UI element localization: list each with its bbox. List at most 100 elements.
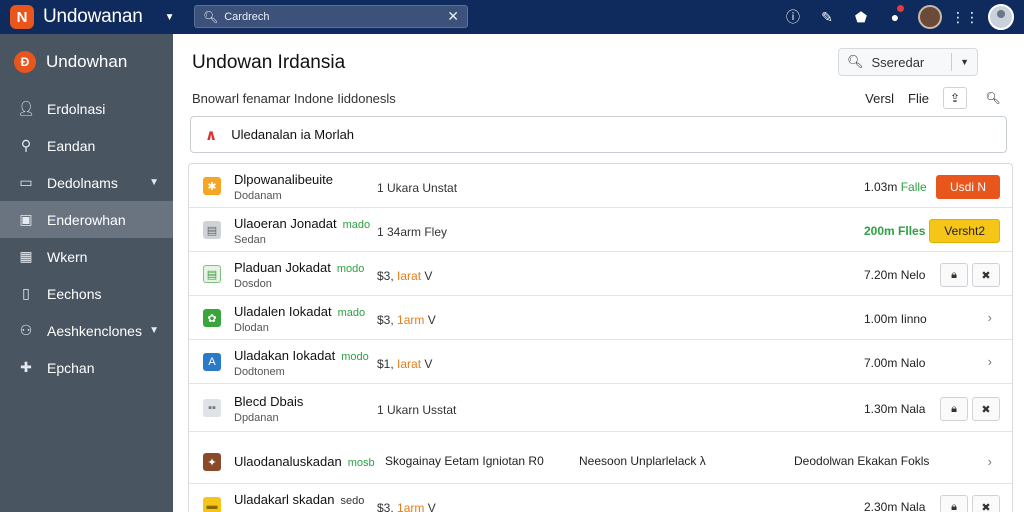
row-size-tag: Nala <box>900 500 926 512</box>
top-icons: ⓘ ✎ ⬟ ● ⋮⋮ <box>776 0 1014 34</box>
lock-icon[interactable]: 🔒︎ <box>940 263 968 287</box>
row-subtitle: Dodtonem <box>234 366 285 378</box>
table-row[interactable]: ✱ Dlpowanalibeuite Dodanam 1 Ukara Unsta… <box>189 164 1012 208</box>
sidebar-item-1[interactable]: ⚲ Eandan <box>0 127 173 164</box>
close-icon[interactable]: ✕ <box>447 8 459 25</box>
bell-icon[interactable]: ⬟ <box>844 9 878 26</box>
row-meta: 1 34arm Fley <box>377 225 448 239</box>
view-link[interactable]: Versl <box>865 91 894 106</box>
image-icon: ✿ <box>203 309 221 327</box>
row-meta-post: V <box>421 357 433 371</box>
search-input[interactable] <box>224 10 448 23</box>
file-link[interactable]: Flie <box>908 91 929 106</box>
brand-logo-icon: N <box>10 5 34 29</box>
chevron-right-icon[interactable]: › <box>988 310 992 325</box>
row-size: 7.20m Nelo <box>864 268 925 282</box>
close-icon[interactable]: ✖ <box>972 495 1000 512</box>
row-size-value: 1.00m <box>864 312 898 326</box>
app-icon: ✱ <box>203 177 221 195</box>
top-bar: N Undowanan ▼ 🔍︎ ✕ ⓘ ✎ ⬟ ● ⋮⋮ <box>0 0 1024 34</box>
sidebar-item-label: Dedolnams <box>47 174 118 191</box>
row-size-tag: Nalo <box>900 356 926 370</box>
row-subtitle: Dpdanan <box>234 412 279 424</box>
row-size-tag: Flles <box>898 224 926 238</box>
edit-icon[interactable]: ✎ <box>810 9 844 26</box>
sidebar-item-label: Enderowhan <box>47 211 126 228</box>
row-meta: 1 Ukara Unstat <box>377 181 458 195</box>
sidebar-item-2[interactable]: ▭ Dedolnams ▼ <box>0 164 173 201</box>
row-detail-1: Skogainay Eetam Igniotan R0 <box>385 454 544 468</box>
table-row[interactable]: ✦ Ulaodanaluskadan mosb Skogainay Eetam I… <box>189 440 1012 484</box>
table-row[interactable]: ▬ Uladakarl skadan sedo $3, 1arm V 2.30m … <box>189 484 1012 512</box>
upload-icon[interactable]: ⇪ <box>943 87 967 109</box>
row-meta: $3, Iarat V <box>377 269 432 283</box>
row-size-value: 2.30m <box>864 500 898 512</box>
row-size-value: 7.00m <box>864 356 898 370</box>
profile-avatar[interactable] <box>988 4 1014 30</box>
row-title-text: Ulaoeran Jonadat <box>234 216 337 231</box>
row-meta-post: V <box>421 269 433 283</box>
table-row[interactable]: ▤ Ulaoeran Jonadat mado Sedan 1 34arm Fle… <box>189 208 1012 252</box>
chevron-right-icon[interactable]: › <box>988 454 992 469</box>
row-size-tag: Falle <box>900 180 927 194</box>
grid-icon[interactable]: ⋮⋮ <box>948 9 982 26</box>
chevron-down-icon: ▼ <box>149 177 159 188</box>
close-icon[interactable]: ✖ <box>972 397 1000 421</box>
row-subtitle: Sedan <box>234 234 266 246</box>
table-row[interactable]: ▪▪ Blecd Dbais Dpdanan 1 Ukarn Usstat 1.… <box>189 386 1012 432</box>
row-title: Uladalen Iokadat mado <box>234 304 365 319</box>
row-meta-post: V <box>424 501 436 512</box>
sidebar-item-6[interactable]: ⚇ Aeshkenclones ▼ <box>0 312 173 349</box>
file-list: ✱ Dlpowanalibeuite Dodanam 1 Ukara Unsta… <box>188 163 1013 512</box>
action-button[interactable]: Usdi N <box>935 175 1000 199</box>
row-title: Ulaodanaluskadan mosb <box>234 454 375 469</box>
chevron-down-icon: ▼ <box>960 57 969 67</box>
row-meta: $3, 1arm V <box>377 501 436 512</box>
sidebar-item-7[interactable]: ✚ Epchan <box>0 349 173 386</box>
row-title: Blecd Dbais <box>234 394 303 409</box>
action-button[interactable]: Versht2 <box>929 219 1000 243</box>
row-size: 2.30m Nala <box>864 500 925 512</box>
avatar[interactable] <box>918 5 942 29</box>
alert-banner: ∧ Uledanalan ia Morlah <box>190 116 1007 153</box>
row-meta-highlight: Iarat <box>397 269 422 283</box>
table-row[interactable]: A Uladakan Iokadat modo Dodtonem $1, Iara… <box>189 340 1012 384</box>
chevron-right-icon[interactable]: › <box>988 354 992 369</box>
close-icon[interactable]: ✖ <box>972 263 1000 287</box>
help-icon[interactable]: ⓘ <box>776 7 810 27</box>
row-subtitle: Dosdon <box>234 278 272 290</box>
search-select[interactable]: 🔍︎ Sseredar ▼ <box>838 48 978 76</box>
sidebar-item-label: Eechons <box>47 285 102 302</box>
lock-icon[interactable]: 🔒︎ <box>940 495 968 512</box>
row-title-text: Uladakarl skadan <box>234 492 335 507</box>
page-title: Undowan Irdansia <box>192 52 346 73</box>
sidebar-item-5[interactable]: ▯ Eechons <box>0 275 173 312</box>
select-placeholder: Sseredar <box>871 54 925 70</box>
page-subtitle: Bnowarl fenamar Indone Iiddonesls <box>192 91 396 106</box>
row-size-tag: Nelo <box>900 268 926 282</box>
sidebar-brand[interactable]: Ð Undowhan <box>0 34 173 90</box>
search-icon[interactable]: 🔍︎ <box>981 87 1005 109</box>
row-subtitle: Dlodan <box>234 322 269 334</box>
row-meta-pre: $3, <box>377 501 398 512</box>
search-box: 🔍︎ ✕ <box>194 5 468 28</box>
sidebar-item-label: Epchan <box>47 359 95 376</box>
sidebar-item-3[interactable]: ▣ Enderowhan <box>0 201 173 238</box>
row-title: Uladakarl skadan sedo <box>234 492 364 507</box>
row-detail-2: Neesoon Unplarlelack λ <box>579 454 706 468</box>
row-title-text: Uladalen Iokadat <box>234 304 332 319</box>
notification-icon[interactable]: ● <box>878 5 912 25</box>
row-meta: $3, 1arm V <box>377 313 436 327</box>
row-meta-pre: $1, <box>377 357 398 371</box>
sidebar-item-4[interactable]: ▦ Wkern <box>0 238 173 275</box>
sidebar-item-0[interactable]: 👤︎ Erdolnasi <box>0 90 173 127</box>
chevron-down-icon[interactable]: ▼ <box>165 12 175 23</box>
brand[interactable]: N Undowanan ▼ <box>0 5 185 29</box>
table-row[interactable]: ✿ Uladalen Iokadat mado Dlodan $3, 1arm V… <box>189 296 1012 340</box>
table-row[interactable]: ▤ Pladuan Jokadat modo Dosdon $3, Iarat V… <box>189 252 1012 296</box>
row-title-text: Uladakan Iokadat <box>234 348 336 363</box>
warning-icon: ∧ <box>205 126 218 144</box>
row-size: 1.03m Falle <box>864 180 927 194</box>
lock-icon[interactable]: 🔒︎ <box>940 397 968 421</box>
row-title: Pladuan Jokadat modo <box>234 260 364 275</box>
